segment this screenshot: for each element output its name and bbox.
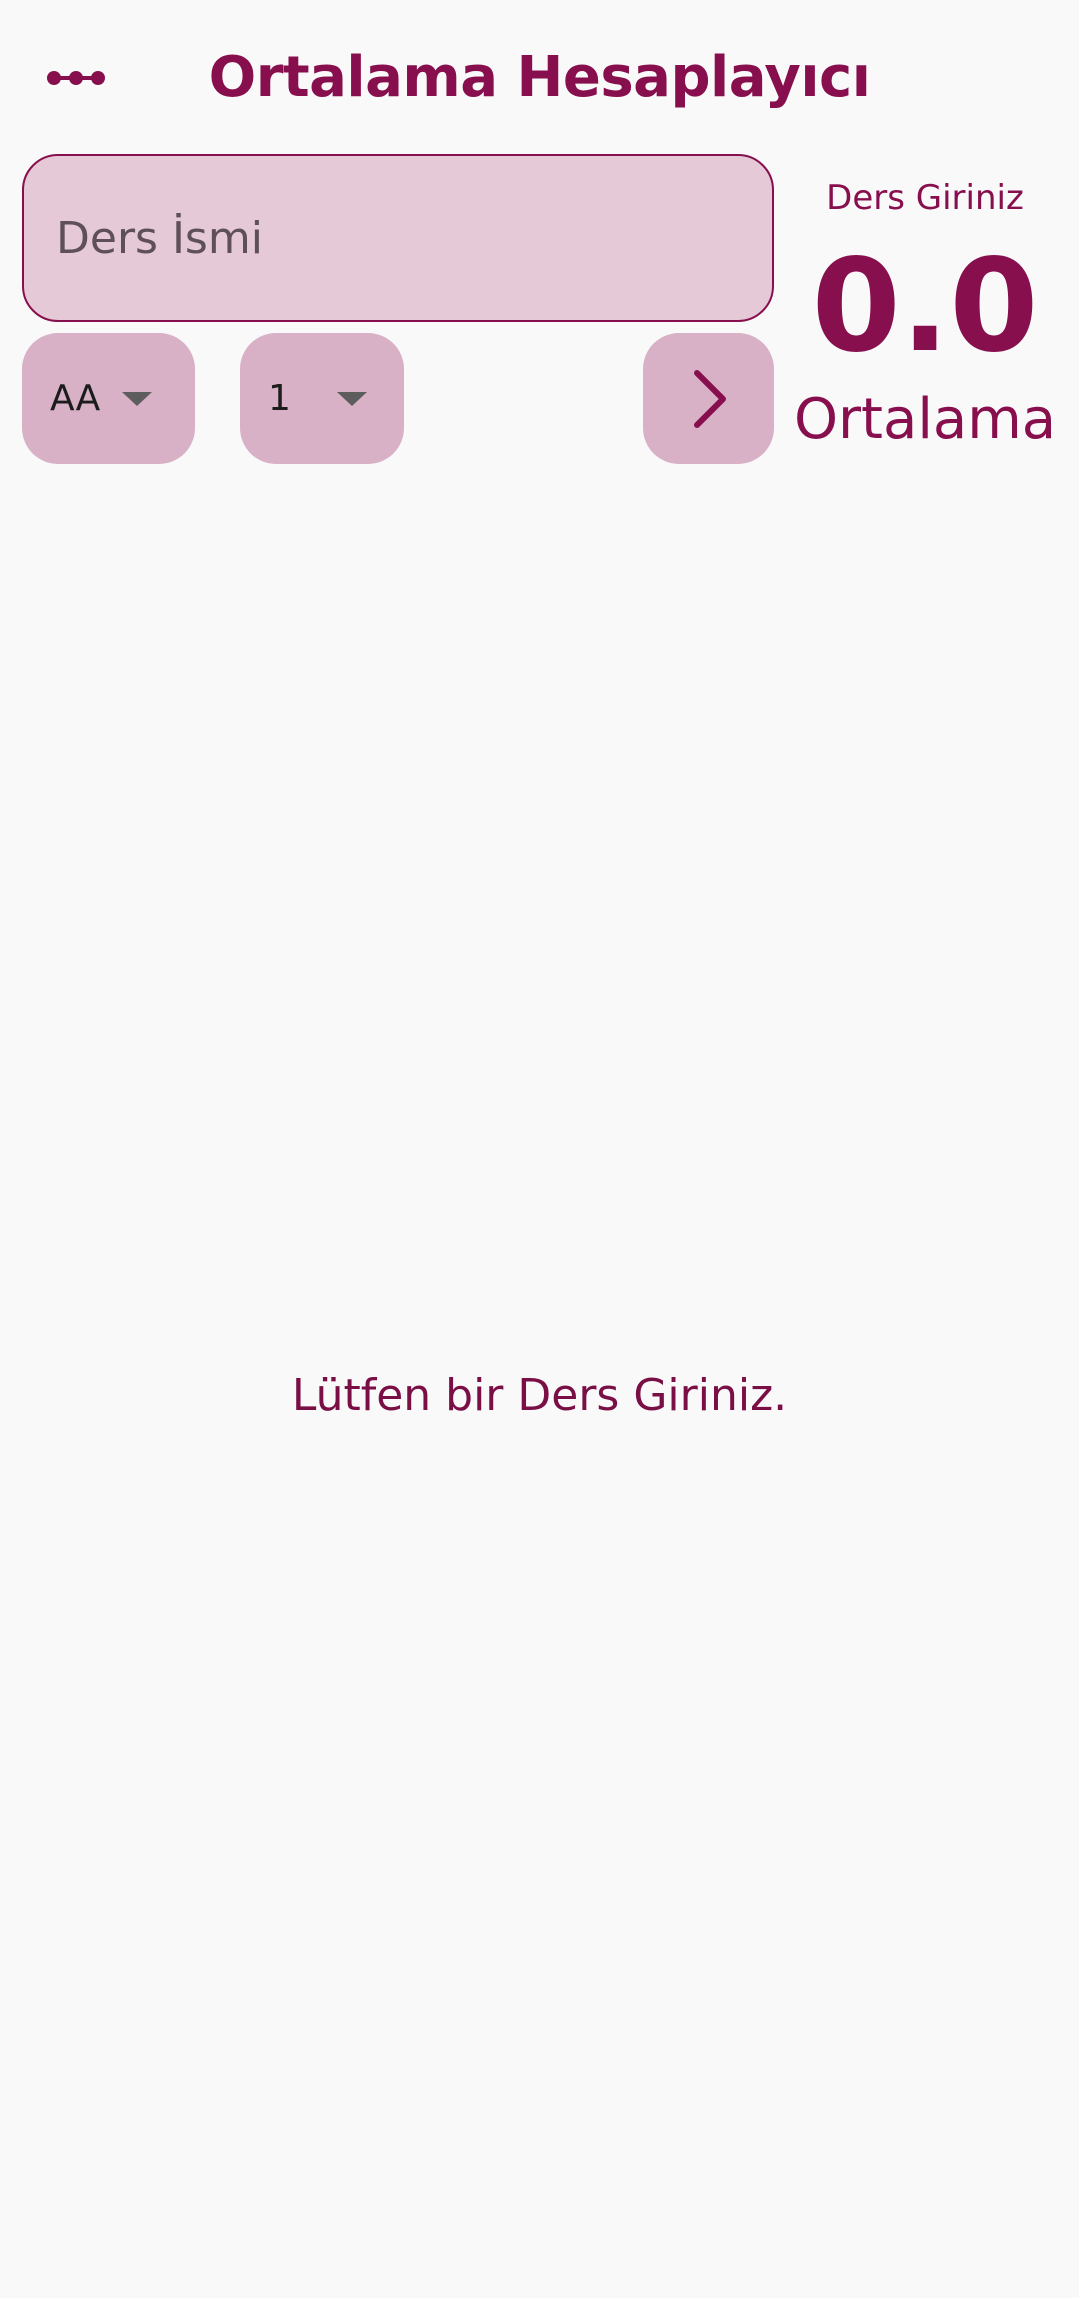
- chevron-right-icon: [693, 369, 726, 428]
- average-label: Ortalama: [793, 387, 1057, 452]
- app-title: Ortalama Hesaplayıcı: [208, 45, 871, 110]
- dropdown-arrow-icon: [336, 391, 367, 406]
- grade-dropdown[interactable]: AA: [22, 333, 195, 464]
- grade-selected-value: AA: [50, 378, 101, 419]
- dropdown-arrow-icon: [122, 391, 153, 406]
- empty-list-message: Lütfen bir Ders Giriniz.: [291, 1370, 788, 1421]
- average-value: 0.0: [811, 232, 1039, 381]
- course-name-input[interactable]: [24, 156, 772, 320]
- add-course-button[interactable]: [643, 333, 774, 464]
- credit-dropdown[interactable]: 1: [240, 333, 404, 464]
- app-root: Ortalama Hesaplayıcı AA 1 Ders Giriniz 0…: [0, 0, 1079, 2298]
- enter-course-prompt: Ders Giriniz: [826, 178, 1024, 218]
- credit-selected-value: 1: [268, 378, 291, 419]
- course-name-field[interactable]: [22, 154, 774, 322]
